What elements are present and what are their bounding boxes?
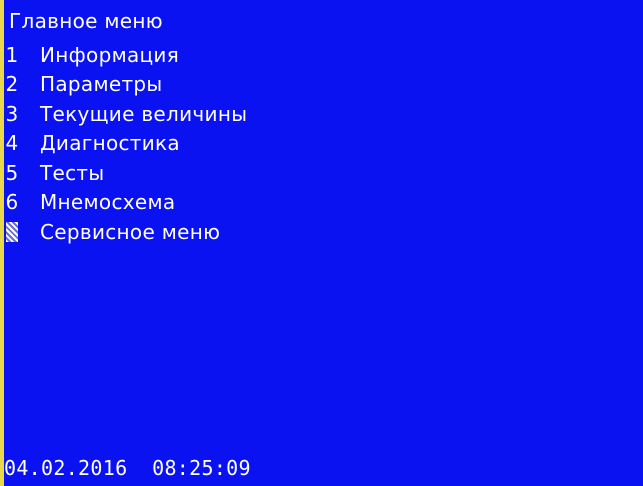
terminal-screen: Главное меню 1 Информация 2 Параметры 3 … bbox=[0, 0, 643, 486]
menu-item-number: 6 bbox=[5, 190, 19, 215]
status-time: 08:25:09 bbox=[152, 456, 251, 480]
menu-item-label: Мнемосхема bbox=[40, 190, 176, 215]
menu-item-number-selected: 7 bbox=[6, 221, 18, 242]
status-date: 04.02.2016 bbox=[4, 456, 128, 480]
status-datetime: 04.02.2016 08:25:09 bbox=[4, 456, 251, 480]
menu-item-diagnostics[interactable]: 4 Диагностика bbox=[2, 129, 247, 159]
menu-item-number: 5 bbox=[5, 160, 19, 185]
menu-item-label: Информация bbox=[40, 42, 180, 67]
menu-item-label: Тесты bbox=[40, 160, 105, 185]
menu-item-information[interactable]: 1 Информация bbox=[2, 40, 247, 70]
menu-item-number: 4 bbox=[5, 131, 19, 156]
menu-item-label: Диагностика bbox=[40, 131, 180, 156]
menu-item-parameters[interactable]: 2 Параметры bbox=[2, 70, 247, 100]
menu-item-label: Параметры bbox=[40, 72, 163, 97]
menu-item-number: 1 bbox=[5, 42, 19, 67]
menu-item-number: 2 bbox=[5, 72, 19, 97]
menu-title: Главное меню bbox=[9, 9, 163, 33]
menu-item-label: Сервисное меню bbox=[40, 219, 221, 244]
menu-item-mnemonic-diagram[interactable]: 6 Мнемосхема bbox=[2, 188, 247, 218]
menu-item-service-menu[interactable]: 7 Сервисное меню bbox=[2, 217, 247, 247]
main-menu-list: 1 Информация 2 Параметры 3 Текущие велич… bbox=[2, 40, 247, 247]
menu-item-tests[interactable]: 5 Тесты bbox=[2, 158, 247, 188]
menu-item-current-values[interactable]: 3 Текущие величины bbox=[2, 99, 247, 129]
menu-item-number: 3 bbox=[5, 101, 19, 126]
menu-item-label: Текущие величины bbox=[40, 101, 248, 126]
